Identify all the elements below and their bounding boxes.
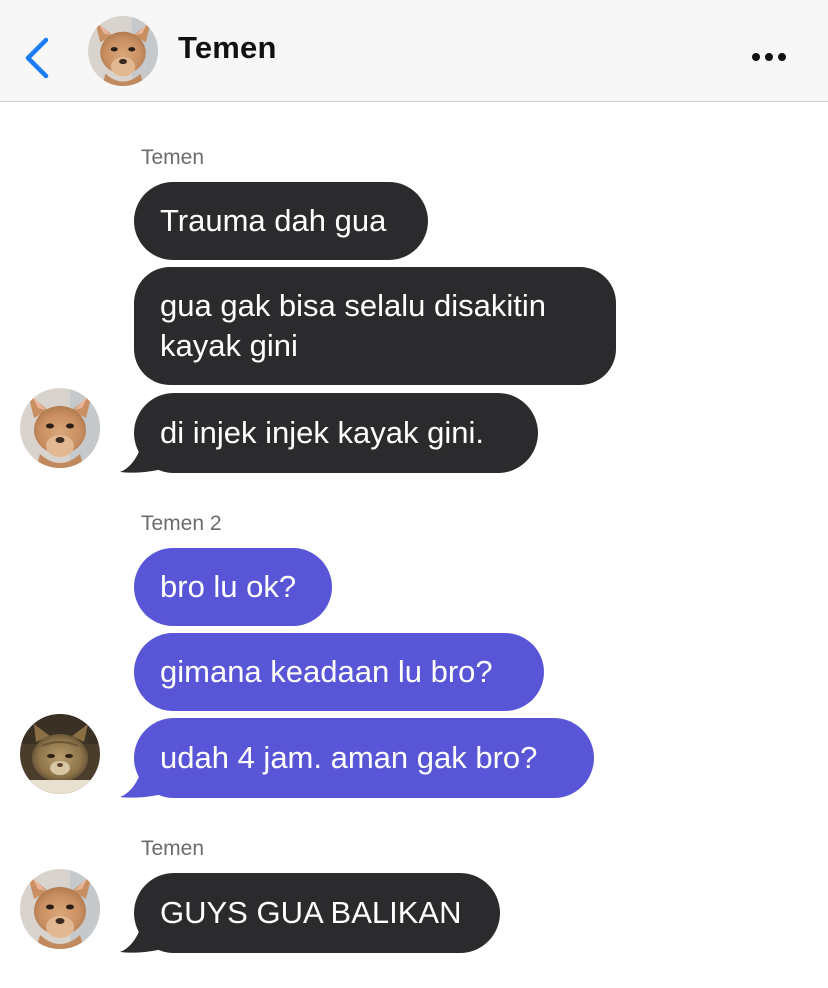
chevron-left-icon — [25, 37, 49, 79]
chihuahua-avatar-icon — [20, 869, 100, 949]
sender-avatar[interactable] — [20, 869, 100, 949]
ellipsis-icon — [752, 53, 786, 61]
message-bubble[interactable]: gimana keadaan lu bro? — [134, 633, 544, 711]
back-button[interactable] — [18, 34, 58, 82]
message-bubble[interactable]: bro lu ok? — [134, 548, 332, 626]
cat-avatar-icon — [20, 714, 100, 794]
conversation-title[interactable]: Temen — [178, 30, 277, 66]
sender-name: Temen — [141, 146, 205, 169]
contact-avatar[interactable] — [88, 16, 158, 86]
more-options-button[interactable] — [744, 42, 794, 72]
chihuahua-avatar-icon — [88, 16, 158, 86]
message-bubble[interactable]: di injek injek kayak gini. — [134, 393, 538, 473]
bubble-tail — [120, 763, 158, 798]
message-bubble[interactable]: gua gak bisa selalu disakitin kayak gini — [134, 267, 616, 385]
chihuahua-avatar-icon — [20, 388, 100, 468]
sender-avatar[interactable] — [20, 714, 100, 794]
bubble-tail — [120, 918, 158, 953]
bubble-tail — [120, 438, 158, 473]
sender-name: Temen 2 — [141, 512, 222, 535]
message-bubble[interactable]: udah 4 jam. aman gak bro? — [134, 718, 594, 798]
message-bubble[interactable]: Trauma dah gua — [134, 182, 428, 260]
message-bubble[interactable]: GUYS GUA BALIKAN — [134, 873, 500, 953]
sender-avatar[interactable] — [20, 388, 100, 468]
conversation-header: Temen — [0, 0, 828, 102]
sender-name: Temen — [141, 837, 205, 860]
